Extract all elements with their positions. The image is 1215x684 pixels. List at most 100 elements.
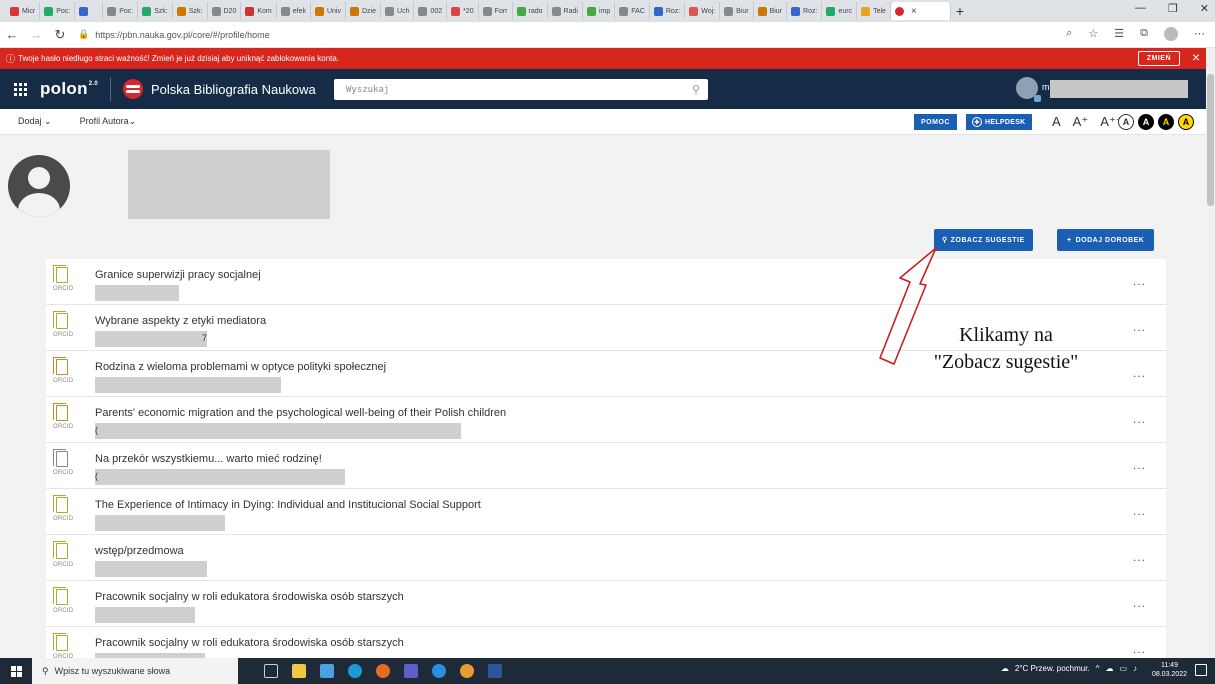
search-icon[interactable]: ⚲ bbox=[692, 83, 700, 96]
more-options-icon[interactable]: ... bbox=[1133, 596, 1146, 610]
browser-tab[interactable]: Poc: bbox=[103, 2, 139, 20]
close-warning-icon[interactable]: × bbox=[1192, 49, 1200, 65]
user-avatar[interactable] bbox=[1016, 77, 1041, 102]
close-tab-icon[interactable]: × bbox=[911, 6, 917, 17]
browser-tab[interactable]: Woj: bbox=[685, 2, 721, 20]
browser-tab[interactable]: D20 bbox=[208, 2, 242, 20]
network-icon[interactable]: ▭ bbox=[1119, 664, 1127, 673]
forward-arrow-icon[interactable]: → bbox=[24, 27, 48, 42]
app-grid-icon[interactable] bbox=[0, 69, 40, 109]
publication-title[interactable]: Pracownik socjalny w roli edukatora środ… bbox=[95, 591, 404, 603]
contrast-dark[interactable]: A bbox=[1138, 114, 1154, 130]
windows-start-icon[interactable] bbox=[0, 665, 32, 677]
browser-tab[interactable]: Roz: bbox=[787, 2, 823, 20]
publication-title[interactable]: Granice superwizji pracy socjalnej bbox=[95, 269, 261, 281]
more-options-icon[interactable]: ... bbox=[1133, 274, 1146, 288]
restore-icon[interactable]: ❐ bbox=[1168, 2, 1178, 15]
search-input[interactable]: Wyszukaj ⚲ bbox=[334, 79, 708, 100]
publication-row[interactable]: ORCID Pracownik socjalny w roli edukatora… bbox=[46, 627, 1166, 658]
publication-row[interactable]: ORCID Parents' economic migration and the… bbox=[46, 397, 1166, 443]
browser-tab[interactable]: eurc bbox=[822, 2, 858, 20]
font-size-medium[interactable]: A⁺ bbox=[1073, 114, 1089, 130]
browser-tab[interactable]: FAC bbox=[615, 2, 650, 20]
teams-icon[interactable] bbox=[404, 664, 418, 678]
publication-row[interactable]: ORCID Granice superwizji pracy socjalnej.… bbox=[46, 259, 1166, 305]
settings-app-icon[interactable] bbox=[460, 664, 474, 678]
more-options-icon[interactable]: ... bbox=[1133, 412, 1146, 426]
reload-icon[interactable]: ↻ bbox=[48, 27, 72, 43]
more-options-icon[interactable]: ... bbox=[1133, 642, 1146, 656]
contrast-default[interactable]: A bbox=[1118, 114, 1134, 130]
taskbar-search-input[interactable]: ⚲ Wpisz tu wyszukiwane słowa bbox=[32, 658, 238, 684]
publication-row[interactable]: ORCID wstęp/przedmowa... bbox=[46, 535, 1166, 581]
contrast-yellow-black[interactable]: A bbox=[1178, 114, 1194, 130]
more-options-icon[interactable]: ... bbox=[1133, 504, 1146, 518]
menu-author-profile[interactable]: Profil Autora⌄ bbox=[52, 116, 137, 127]
browser-tab[interactable]: Dzie bbox=[346, 2, 382, 20]
publication-title[interactable]: wstęp/przedmowa bbox=[95, 545, 184, 557]
task-view-icon[interactable] bbox=[264, 664, 278, 678]
add-work-button[interactable]: + DODAJ DOROBEK bbox=[1057, 229, 1155, 251]
browser-tab[interactable]: imp bbox=[583, 2, 616, 20]
browser-tab[interactable]: Szk: bbox=[173, 2, 208, 20]
active-browser-tab[interactable]: × bbox=[890, 2, 951, 20]
browser-tab[interactable]: Biur bbox=[720, 2, 754, 20]
publication-title[interactable]: Na przekór wszystkiemu... warto mieć rod… bbox=[95, 453, 322, 465]
scrollbar-thumb[interactable] bbox=[1207, 74, 1214, 206]
browser-tab[interactable] bbox=[75, 2, 104, 20]
publication-title[interactable]: Parents' economic migration and the psyc… bbox=[95, 407, 506, 419]
polon-logo[interactable]: polon 2.0 bbox=[40, 79, 98, 99]
more-options-icon[interactable]: ... bbox=[1133, 320, 1146, 334]
browser-tab[interactable]: 002 bbox=[414, 2, 448, 20]
notifications-icon[interactable] bbox=[1195, 664, 1207, 676]
store-icon[interactable] bbox=[320, 664, 334, 678]
browser-tab[interactable]: Univ bbox=[311, 2, 346, 20]
publication-row[interactable]: ORCID The Experience of Intimacy in Dying… bbox=[46, 489, 1166, 535]
more-options-icon[interactable]: ... bbox=[1133, 366, 1146, 380]
firefox-icon[interactable] bbox=[376, 664, 390, 678]
page-scrollbar[interactable] bbox=[1206, 48, 1215, 658]
browser-tab[interactable]: Kom bbox=[241, 2, 277, 20]
publication-title[interactable]: Rodzina z wieloma problemami w optyce po… bbox=[95, 361, 386, 373]
edge-icon[interactable] bbox=[348, 664, 362, 678]
browser-tab[interactable]: Micr bbox=[6, 2, 41, 20]
more-menu-icon[interactable]: ⋯ bbox=[1194, 27, 1205, 41]
publication-row[interactable]: ORCID Pracownik socjalny w roli edukatora… bbox=[46, 581, 1166, 627]
favorite-star-icon[interactable]: ☆ bbox=[1088, 27, 1098, 41]
collections-icon[interactable]: ⧉ bbox=[1140, 27, 1148, 41]
chevron-up-icon[interactable]: ^ bbox=[1096, 664, 1100, 673]
browser-tab[interactable]: Forr bbox=[479, 2, 513, 20]
contrast-black-yellow[interactable]: A bbox=[1158, 114, 1174, 130]
app-icon[interactable] bbox=[432, 664, 446, 678]
volume-icon[interactable]: ♪ bbox=[1133, 664, 1137, 673]
browser-tab[interactable]: efek bbox=[277, 2, 311, 20]
more-options-icon[interactable]: ... bbox=[1133, 550, 1146, 564]
back-arrow-icon[interactable]: ← bbox=[0, 27, 24, 42]
change-password-button[interactable]: ZMIEŃ bbox=[1137, 51, 1180, 66]
browser-tab[interactable]: Radi bbox=[548, 2, 583, 20]
browser-tab[interactable]: Biur bbox=[754, 2, 788, 20]
publication-title[interactable]: Pracownik socjalny w roli edukatora środ… bbox=[95, 637, 404, 649]
profile-icon[interactable] bbox=[1164, 27, 1178, 41]
font-size-small[interactable]: A bbox=[1052, 114, 1061, 130]
close-window-icon[interactable]: ✕ bbox=[1200, 2, 1209, 15]
cloud-icon[interactable]: ☁ bbox=[1105, 664, 1113, 673]
help-button[interactable]: POMOC bbox=[914, 114, 957, 130]
browser-tab[interactable]: Roz: bbox=[650, 2, 686, 20]
more-options-icon[interactable]: ... bbox=[1133, 458, 1146, 472]
publication-row[interactable]: ORCID Na przekór wszystkiemu... warto mie… bbox=[46, 443, 1166, 489]
publication-title[interactable]: Wybrane aspekty z etyki mediatora bbox=[95, 315, 266, 327]
menu-add[interactable]: Dodaj ⌄ bbox=[0, 116, 52, 127]
browser-tab[interactable]: Uch bbox=[381, 2, 415, 20]
browser-tab[interactable]: Poc: bbox=[40, 2, 76, 20]
new-tab-button[interactable]: + bbox=[951, 3, 969, 19]
browser-tab[interactable]: rado bbox=[513, 2, 548, 20]
publication-title[interactable]: The Experience of Intimacy in Dying: Ind… bbox=[95, 499, 481, 511]
minimize-icon[interactable]: — bbox=[1135, 2, 1146, 15]
browser-tab[interactable]: Tele bbox=[857, 2, 891, 20]
clock[interactable]: 11:49 08.03.2022 bbox=[1152, 661, 1187, 679]
search-page-icon[interactable]: ⌕ bbox=[1066, 27, 1072, 41]
user-name-redacted[interactable] bbox=[1050, 80, 1188, 98]
file-explorer-icon[interactable] bbox=[292, 664, 306, 678]
browser-tab[interactable]: *20 bbox=[447, 2, 479, 20]
